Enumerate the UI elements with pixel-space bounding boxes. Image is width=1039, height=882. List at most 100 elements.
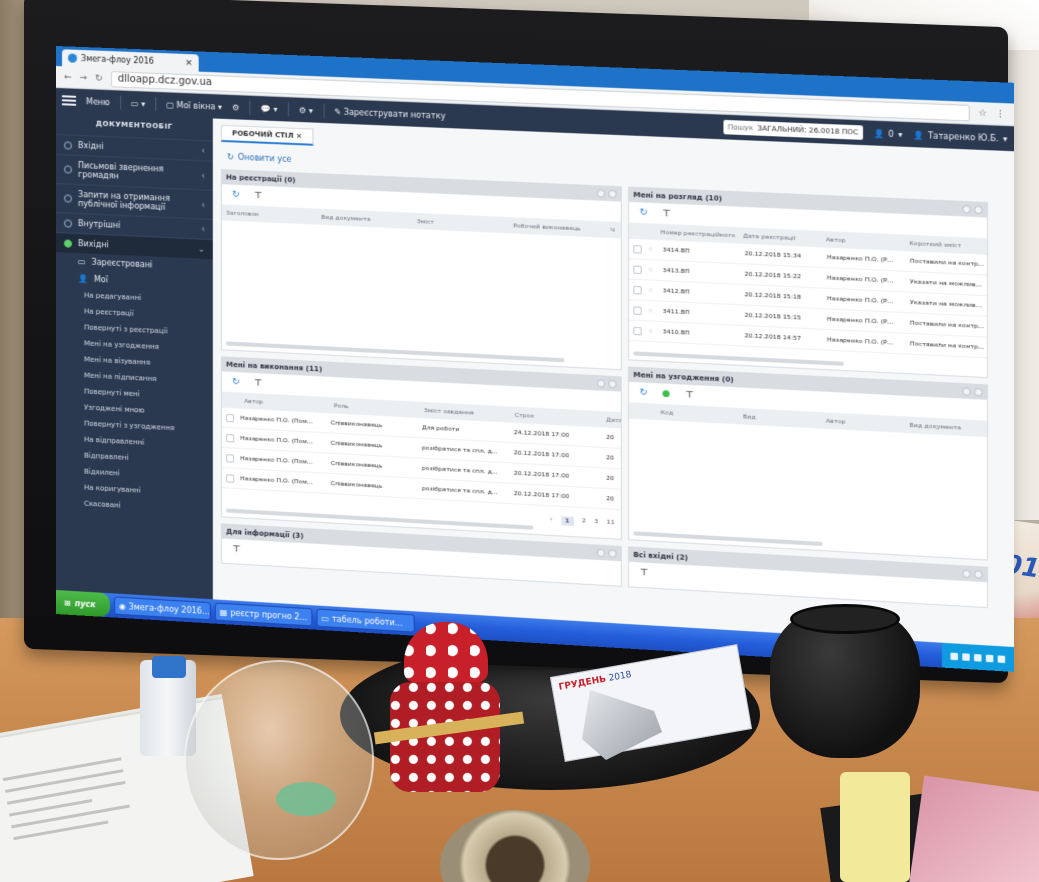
chevron-left-icon: ‹ [201, 146, 205, 156]
panel-collapse-icon[interactable] [962, 569, 971, 579]
back-arrow-icon[interactable]: ← [64, 72, 72, 82]
register-note-button[interactable]: ✎ Зареєструвати нотатку [334, 107, 445, 121]
search-input[interactable]: Пошук ЗАГАЛЬНИЙ: 26.0018 ПОС [723, 119, 863, 140]
notifications-button[interactable]: 👤 0 ▾ [874, 128, 903, 138]
page-total: 11 [606, 518, 615, 527]
panel-collapse-icon[interactable] [596, 189, 606, 198]
user-menu-button[interactable]: 👤 Татаренко Ю.Б. ▾ [913, 130, 1007, 143]
refresh-icon[interactable]: ↻ [640, 207, 648, 218]
refresh-icon[interactable]: ↻ [232, 190, 240, 200]
page-number[interactable]: 3 [594, 518, 598, 527]
filter-icon[interactable]: ⊤ [685, 390, 694, 401]
refresh-icon[interactable]: ↻ [640, 387, 648, 398]
taskbar-item[interactable]: ◉ Змега-флоу 2016... [113, 596, 211, 621]
fishbowl [184, 660, 374, 860]
start-button[interactable]: ⊞ пуск [56, 590, 110, 618]
star-icon[interactable]: ☆ [648, 328, 656, 336]
browser-tab-title: Змега-флоу 2016 [81, 53, 154, 66]
star-icon[interactable]: ☆ [648, 287, 656, 295]
refresh-icon[interactable]: ↻ [232, 377, 240, 387]
reload-icon[interactable]: ↻ [95, 73, 103, 83]
chat-icon[interactable]: 💬 ▾ [261, 104, 278, 114]
sidebar: ДОКУМЕНТООБІГ Вхідні ‹ Письмові звернення… [56, 112, 213, 600]
tray-icon[interactable] [974, 653, 982, 662]
panel-close-icon[interactable] [974, 570, 983, 579]
fish-toy [276, 782, 336, 816]
user-icon: 👤 [78, 274, 88, 284]
close-icon[interactable]: × [185, 57, 193, 67]
filter-icon[interactable]: ⊤ [254, 191, 262, 201]
row-checkbox[interactable] [226, 433, 235, 443]
panel-close-icon[interactable] [608, 189, 617, 199]
row-checkbox[interactable] [226, 453, 235, 463]
panel-collapse-icon[interactable] [962, 387, 971, 396]
address-url: dlloapp.dcz.gov.ua [117, 73, 213, 89]
browser-icon: ◉ [118, 601, 126, 611]
filter-icon[interactable]: ⊤ [640, 567, 649, 578]
taskbar-item[interactable]: ▦ реєстр прогно 2... [214, 602, 312, 627]
row-checkbox[interactable] [633, 264, 642, 274]
panel-close-icon[interactable] [608, 379, 617, 389]
panel-collapse-icon[interactable] [596, 548, 606, 558]
panel-collapse-icon[interactable] [596, 379, 606, 388]
tray-icon[interactable] [950, 652, 958, 660]
app-body: ДОКУМЕНТООБІГ Вхідні ‹ Письмові звернення… [56, 112, 1014, 648]
panel-execution: Мені на виконання (11) ↻ ⊤ Автор Роль Змі… [220, 356, 622, 540]
chevron-left-icon: ‹ [201, 224, 205, 234]
panel-title: Всі вхідні (2) [633, 550, 689, 563]
system-tray [941, 642, 1014, 672]
chevron-left-icon: ‹ [201, 199, 205, 210]
calendar-year: 2018 [608, 670, 633, 684]
monitor-screen: Змега-флоу 2016 × ← → ↻ dlloapp.dcz.gov.… [56, 46, 1014, 672]
panel-close-icon[interactable] [974, 205, 983, 215]
filter-icon[interactable]: ⊤ [254, 378, 262, 389]
panel-title: На реєстрації (0) [226, 173, 296, 185]
glue-cap [152, 656, 186, 678]
panel-approval: Мені на узгодження (0) ↻ ● ⊤ Код Вид Автор… [628, 366, 988, 561]
folder-icon: ▭ [78, 257, 86, 267]
star-icon[interactable]: ☆ [648, 246, 656, 254]
chevron-down-icon: ⌄ [197, 244, 205, 254]
panel-collapse-icon[interactable] [962, 205, 971, 214]
page-number[interactable]: 2 [582, 517, 586, 526]
spreadsheet-icon: ▦ [219, 607, 228, 617]
row-checkbox[interactable] [633, 326, 642, 335]
tab-workspace[interactable]: РОБОЧИЙ СТІЛ × [220, 124, 314, 146]
row-checkbox[interactable] [633, 285, 642, 295]
search-placeholder: Пошук [727, 123, 754, 133]
panel-close-icon[interactable] [974, 387, 983, 397]
forward-arrow-icon[interactable]: → [80, 72, 88, 82]
monitor-icon[interactable]: ▭ ▾ [131, 99, 145, 109]
tray-icon[interactable] [985, 654, 994, 662]
row-checkbox[interactable] [226, 413, 235, 422]
page-number[interactable]: 1 [560, 516, 574, 526]
filter-icon[interactable]: ⊤ [662, 208, 671, 219]
hamburger-icon[interactable] [61, 95, 77, 106]
filter-icon[interactable]: ⊤ [232, 544, 240, 555]
panel-review: Мені на розгляд (10) ↻ ⊤ Номер реєстрацій… [628, 186, 988, 379]
horizontal-scrollbar[interactable] [633, 351, 844, 366]
menu-button[interactable]: Меню [86, 97, 110, 107]
settings-gear-icon[interactable]: ⚙ [232, 103, 239, 112]
row-checkbox[interactable] [633, 244, 642, 254]
circle-icon [63, 140, 73, 150]
horizontal-scrollbar[interactable] [633, 531, 823, 547]
star-icon[interactable]: ☆ [648, 266, 656, 274]
tray-icon[interactable] [997, 654, 1006, 663]
windows-logo-icon: ⊞ [63, 597, 71, 608]
my-windows-button[interactable]: ▢ Мої вікна ▾ [166, 100, 222, 111]
row-checkbox[interactable] [633, 305, 642, 315]
circle-icon [63, 218, 73, 228]
page-prev[interactable]: ‹ [550, 515, 552, 524]
people-icon [63, 165, 73, 174]
panel-close-icon[interactable] [608, 549, 617, 558]
panel-title: Мені на розгляд (10) [633, 190, 723, 203]
star-icon[interactable]: ☆ [648, 307, 656, 315]
tools-gear-icon[interactable]: ⚙ ▾ [299, 105, 313, 115]
bookmark-star-icon[interactable]: ☆ [978, 108, 987, 119]
stapler [840, 772, 910, 882]
status-dot-icon[interactable]: ● [662, 389, 670, 400]
browser-menu-icon[interactable]: ⋮ [995, 109, 1005, 120]
row-checkbox[interactable] [226, 473, 235, 483]
tray-icon[interactable] [962, 652, 970, 661]
